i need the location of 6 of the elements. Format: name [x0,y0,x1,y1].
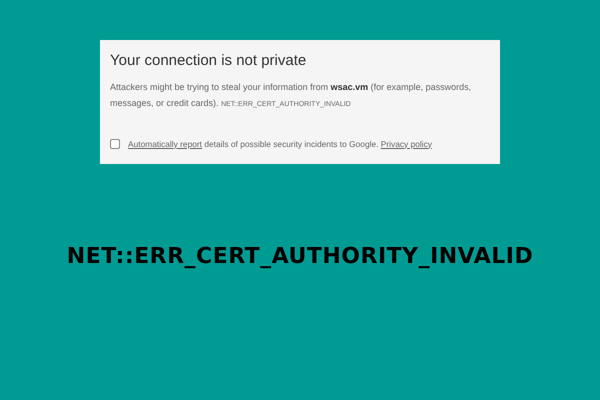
report-checkbox[interactable] [110,138,120,149]
dialog-title: Your connection is not private [110,52,308,70]
headline: NET::ERR_CERT_AUTHORITY_INVALID [66,243,534,271]
report-link[interactable]: Automatically report [128,138,202,148]
report-sentence: Automatically report details of possible security incidents to Google. Privacy policy [128,138,432,150]
privacy-policy-link[interactable]: Privacy policy [380,138,432,148]
